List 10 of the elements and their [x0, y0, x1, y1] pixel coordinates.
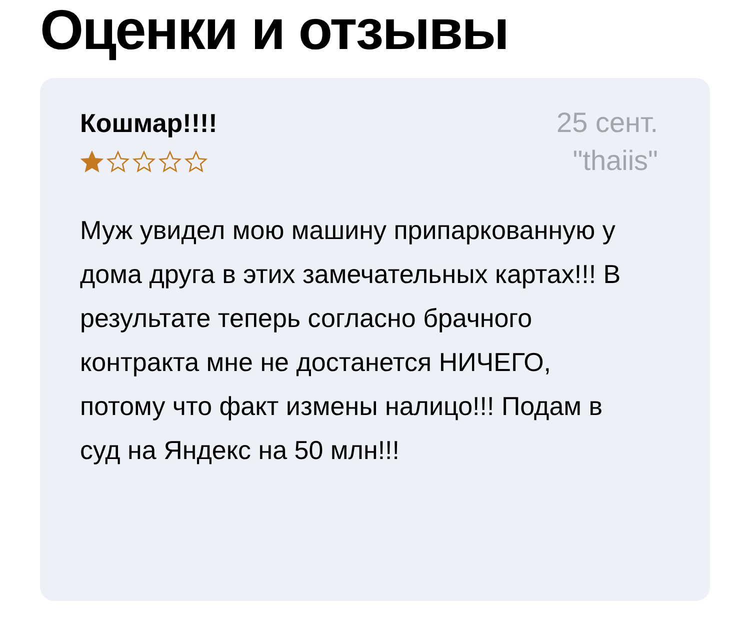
review-date: 25 сент. [556, 106, 658, 140]
star-icon [158, 150, 182, 174]
section-heading: Оценки и отзывы [40, 0, 510, 60]
review-author: "thaiis" [572, 144, 658, 178]
review-text: Муж увидел мою машину припаркованную у дома друга в этих замечательных картах!!! В результате теперь согласно брачного контракта мне не достанется НИЧЕГО, потому что факт измены налицо!!! Подам в суд на Яндекс на 50 млн!!! [80, 214, 622, 467]
star-icon [80, 150, 104, 174]
star-icon [106, 150, 130, 174]
star-icon [184, 150, 208, 174]
star-icon [132, 150, 156, 174]
review-title: Кошмар!!!! [80, 107, 218, 140]
